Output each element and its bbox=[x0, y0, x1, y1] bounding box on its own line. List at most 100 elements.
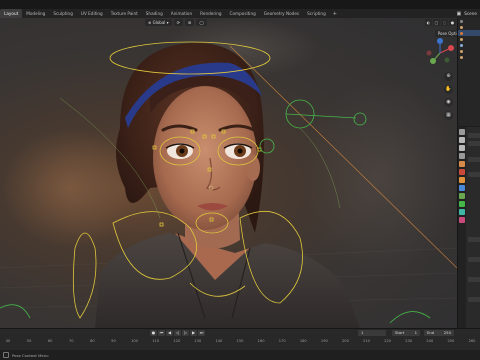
property-field[interactable] bbox=[468, 257, 480, 262]
render-icon[interactable] bbox=[459, 137, 465, 143]
timeline-tick: 150 bbox=[236, 339, 244, 343]
grid-icon[interactable]: ▦ bbox=[444, 111, 453, 120]
xray-icon[interactable]: ▢ bbox=[433, 19, 440, 26]
timeline-tick: 180 bbox=[299, 339, 307, 343]
tab-rendering[interactable]: Rendering bbox=[196, 9, 225, 18]
timeline-tick: 70 bbox=[68, 339, 74, 343]
timeline-tick: 250 bbox=[447, 339, 455, 343]
scene-props-icon[interactable] bbox=[459, 161, 465, 167]
add-workspace-button[interactable]: + bbox=[330, 11, 340, 17]
start-frame-field[interactable]: Start 1 bbox=[392, 330, 420, 336]
tab-uv-editing[interactable]: UV Editing bbox=[77, 9, 107, 18]
timeline-tick: 210 bbox=[363, 339, 370, 343]
timeline-tick: 240 bbox=[426, 339, 434, 343]
outliner-panel bbox=[457, 18, 480, 126]
mouse-icon bbox=[3, 352, 9, 358]
viewport-header: ⊕ Global ▾ ⟳ ⊞ ◯ bbox=[0, 18, 457, 27]
timeline-tick: 220 bbox=[384, 339, 392, 343]
timeline-tick: 60 bbox=[47, 339, 53, 343]
play-icon[interactable]: ▷ bbox=[182, 330, 189, 336]
wireframe-shading-icon[interactable]: ◌ bbox=[441, 19, 448, 26]
pupil-left bbox=[179, 148, 185, 154]
status-bar: Pose Context Menu bbox=[0, 350, 480, 360]
tab-texture-paint[interactable]: Texture Paint bbox=[107, 9, 142, 18]
timeline-tick: 140 bbox=[215, 339, 223, 343]
timeline-tick: 230 bbox=[405, 339, 413, 343]
timeline-editor: ● ⏮ ◀ ◁ ▷ ▶ ⏭ 1 Start 1 End 250 40 50 60 70… bbox=[0, 328, 480, 350]
constraint-icon[interactable] bbox=[459, 201, 465, 207]
physics-icon[interactable] bbox=[459, 193, 465, 199]
timeline-tick: 50 bbox=[26, 339, 32, 343]
tab-animation[interactable]: Animation bbox=[167, 9, 196, 18]
timeline-tick: 170 bbox=[278, 339, 286, 343]
property-field[interactable] bbox=[468, 297, 480, 302]
timeline-tick: 260 bbox=[468, 339, 476, 343]
ear bbox=[246, 155, 260, 181]
zoom-icon[interactable]: ⊕ bbox=[444, 72, 453, 81]
tab-modeling[interactable]: Modeling bbox=[22, 9, 49, 18]
3d-viewport[interactable] bbox=[0, 18, 457, 328]
camera-icon[interactable]: ◉ bbox=[444, 98, 453, 107]
record-button[interactable]: ● bbox=[150, 330, 157, 336]
gizmo-neg-y-axis[interactable] bbox=[444, 57, 450, 63]
tab-compositing[interactable]: Compositing bbox=[226, 9, 260, 18]
solid-shading-icon[interactable]: ● bbox=[449, 19, 456, 26]
property-field[interactable] bbox=[468, 157, 480, 162]
jump-end-icon[interactable]: ⏭ bbox=[198, 330, 205, 336]
status-text: Pose Context Menu bbox=[12, 352, 49, 358]
playback-controls: ● ⏮ ◀ ◁ ▷ ▶ ⏭ bbox=[150, 330, 205, 336]
end-frame-value: 250 bbox=[443, 330, 451, 335]
tab-scripting[interactable]: Scripting bbox=[303, 9, 330, 18]
hand-icon[interactable]: ✋ bbox=[444, 85, 453, 94]
modifier-icon[interactable] bbox=[459, 185, 465, 191]
snap-button[interactable]: ⊞ bbox=[185, 19, 195, 26]
property-field[interactable] bbox=[468, 237, 480, 242]
overlay-icon[interactable]: ◐ bbox=[425, 19, 432, 26]
list-item[interactable] bbox=[458, 54, 480, 60]
data-icon[interactable] bbox=[459, 209, 465, 215]
timeline-ruler[interactable]: 40 50 60 70 80 90 100 110 120 130 140 150 160 170 180 1… bbox=[0, 338, 480, 350]
end-frame-label: End bbox=[427, 330, 435, 335]
next-keyframe-icon[interactable]: ▶ bbox=[190, 330, 197, 336]
timeline-tick: 130 bbox=[194, 339, 202, 343]
properties-tabs bbox=[458, 127, 466, 328]
proportional-button[interactable]: ◯ bbox=[196, 19, 207, 26]
scene-selector[interactable]: Scene bbox=[464, 11, 477, 16]
timeline-tick: 200 bbox=[342, 339, 349, 343]
tab-shading[interactable]: Shading bbox=[142, 9, 167, 18]
scene-icon[interactable]: ▣ bbox=[456, 11, 461, 17]
timeline-tick: 40 bbox=[5, 339, 11, 343]
character-render bbox=[0, 41, 457, 328]
gizmo-x-axis[interactable] bbox=[448, 45, 454, 51]
start-frame-value: 1 bbox=[414, 330, 417, 335]
prev-keyframe-icon[interactable]: ◀ bbox=[166, 330, 173, 336]
pivot-button[interactable]: ⟳ bbox=[173, 19, 184, 26]
tab-sculpting[interactable]: Sculpting bbox=[49, 9, 77, 18]
output-icon[interactable] bbox=[459, 145, 465, 151]
navigation-gizmo[interactable] bbox=[423, 38, 457, 68]
object-icon[interactable] bbox=[459, 177, 465, 183]
current-frame-field[interactable]: 1 bbox=[358, 330, 386, 336]
timeline-tick: 120 bbox=[173, 339, 181, 343]
start-frame-label: Start bbox=[395, 330, 405, 335]
gizmo-z-axis[interactable] bbox=[437, 38, 443, 44]
gizmo-neg-x-axis[interactable] bbox=[426, 50, 432, 56]
world-icon[interactable] bbox=[459, 169, 465, 175]
timeline-tick: 110 bbox=[152, 339, 160, 343]
property-field[interactable] bbox=[468, 172, 480, 177]
tab-layout[interactable]: Layout bbox=[0, 9, 23, 18]
jump-start-icon[interactable]: ⏮ bbox=[158, 330, 165, 336]
view-layer-icon[interactable] bbox=[459, 153, 465, 159]
end-frame-field[interactable]: End 250 bbox=[424, 330, 454, 336]
shirt bbox=[95, 233, 360, 328]
property-field[interactable] bbox=[468, 141, 480, 146]
gizmo-y-axis[interactable] bbox=[430, 58, 436, 64]
property-field[interactable] bbox=[468, 133, 480, 138]
play-reverse-icon[interactable]: ◁ bbox=[174, 330, 181, 336]
material-icon[interactable] bbox=[459, 217, 465, 223]
tab-geometry-nodes[interactable]: Geometry Nodes bbox=[260, 9, 303, 18]
property-field[interactable] bbox=[468, 277, 480, 282]
workspace-tab-bar: Layout Modeling Sculpting UV Editing Tex… bbox=[0, 9, 480, 18]
tool-icon[interactable] bbox=[459, 129, 465, 135]
transform-orientation-dropdown[interactable]: ⊕ Global ▾ bbox=[145, 19, 172, 26]
